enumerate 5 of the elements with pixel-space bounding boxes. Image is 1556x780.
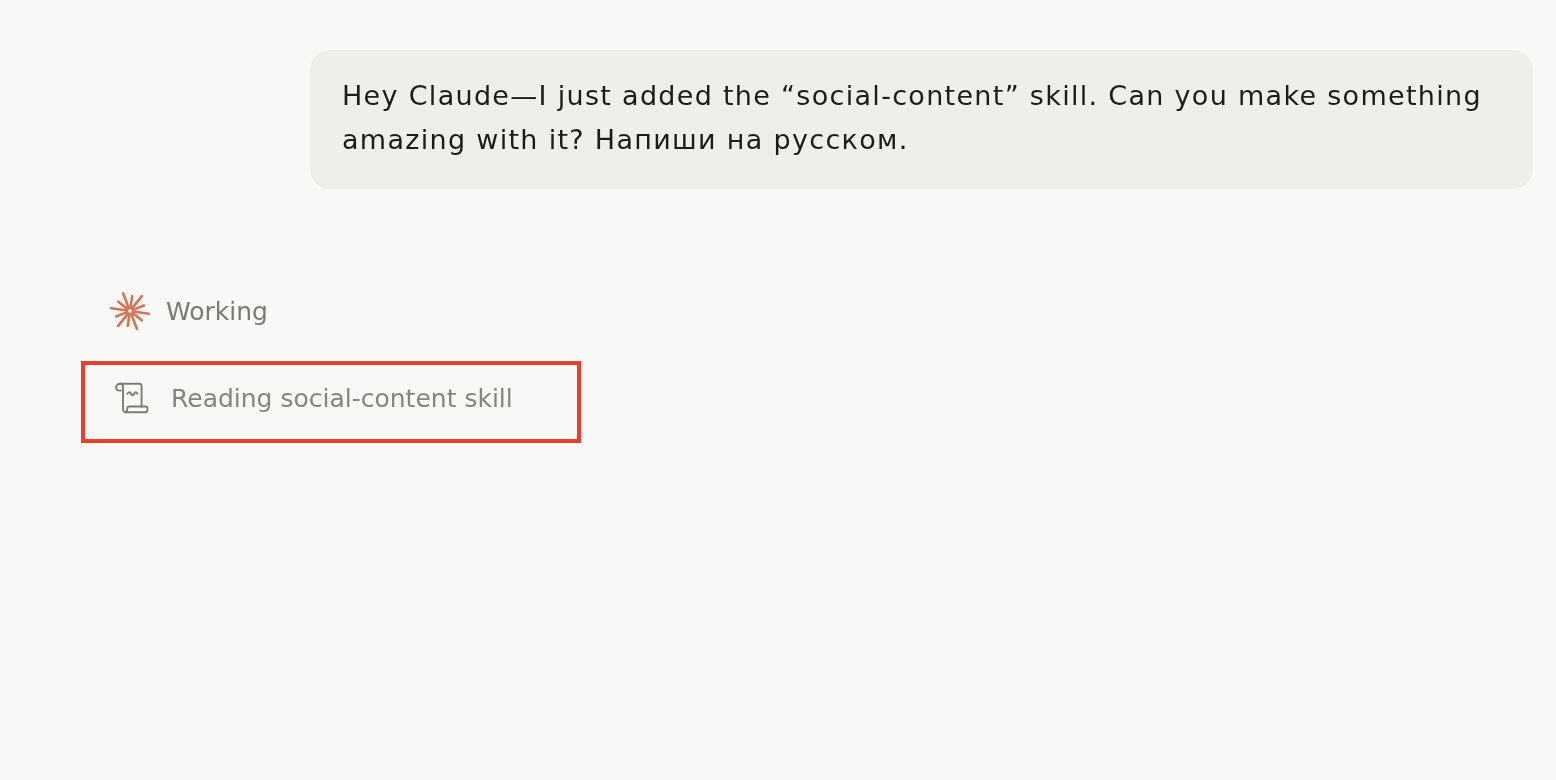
step-label: Reading social-content skill [171,383,513,413]
scroll-icon [113,382,149,414]
sparkle-icon [109,291,151,331]
user-message: Hey Claude—I just added the “social-content” skill. Can you make something amazing with it? Напиши на русском. [310,50,1533,189]
status-label: Working [166,296,268,326]
